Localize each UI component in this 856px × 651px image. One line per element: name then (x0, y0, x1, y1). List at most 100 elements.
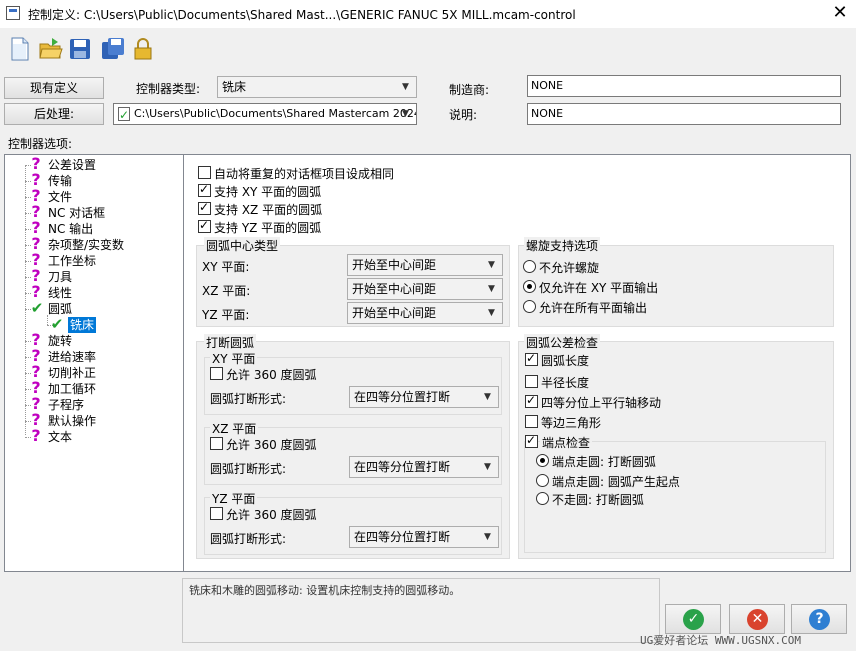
tree-item[interactable]: ✔ 圆弧 (5, 299, 181, 317)
options-panel: 自动将重复的对话框项目设成相同 支持 XY 平面的圆弧 支持 XZ 平面的圆弧 … (184, 154, 851, 572)
chevron-down-icon: ▼ (488, 260, 495, 270)
break-yz-title: YZ 平面 (210, 490, 258, 507)
helix-all-radio[interactable] (523, 300, 536, 313)
arc-center-xy-value: 开始至中心间距 (352, 258, 437, 272)
options-tree[interactable]: ? 公差设置? 传输? 文件? NC 对话框? NC 输出? 杂项整/实变数? 工作坐标? 刀具… (4, 154, 184, 572)
yz-arc-checkbox[interactable] (198, 218, 211, 233)
post-path-select[interactable]: ✓ C:\Users\Public\Documents\Shared Maste… (113, 103, 417, 125)
break-xy-form-select[interactable]: 在四等分位置打断 ▼ (349, 386, 499, 408)
check-icon: ✔ (30, 299, 44, 317)
tree-item-label: 切削补正 (48, 366, 97, 380)
auto-same-checkbox[interactable] (198, 166, 211, 179)
description-field[interactable]: NONE (527, 103, 841, 125)
watermark: UG爱好者论坛 WWW.UGSNX.COM (640, 634, 801, 647)
cancel-button[interactable]: ✕ (729, 604, 785, 634)
arc-center-title: 圆弧中心类型 (204, 237, 281, 254)
break-xz-title: XZ 平面 (210, 420, 259, 437)
manufacturer-field[interactable]: NONE (527, 75, 841, 97)
chevron-down-icon: ▼ (488, 284, 495, 294)
controller-type-label: 控制器类型: (136, 82, 201, 96)
window-title: 控制定义: C:\Users\Public\Documents\Shared M… (28, 8, 576, 22)
endpoint-start-radio[interactable] (536, 474, 549, 487)
title-bar: 控制定义: C:\Users\Public\Documents\Shared M… (0, 0, 856, 28)
tree-item-label: 进给速率 (48, 350, 97, 364)
break-yz-360-label: 允许 360 度圆弧 (226, 508, 317, 522)
chevron-down-icon: ▼ (484, 532, 491, 542)
manufacturer-label: 制造商: (449, 83, 490, 97)
helix-none-radio[interactable] (523, 260, 536, 273)
xz-arc-checkbox[interactable] (198, 200, 211, 215)
arc-length-label: 圆弧长度 (541, 354, 590, 368)
check-icon: ✔ (50, 315, 64, 333)
break-xz-form-label: 圆弧打断形式: (210, 462, 287, 476)
xy-arc-checkbox[interactable] (198, 182, 211, 197)
tree-item[interactable]: ? 文本 (5, 426, 181, 445)
xy-arc-label: 支持 XY 平面的圆弧 (214, 185, 322, 199)
help-text: 铣床和木雕的圆弧移动: 设置机床控制支持的圆弧移动。 (189, 584, 461, 597)
help-button[interactable]: ? (791, 604, 847, 634)
helix-xy-radio[interactable] (523, 280, 536, 293)
arc-center-yz-select[interactable]: 开始至中心间距 ▼ (347, 302, 503, 324)
equilateral-checkbox[interactable] (525, 415, 538, 428)
endpoint-break-label: 端点走圆: 打断圆弧 (552, 455, 656, 469)
tree-item-label: 杂项整/实变数 (48, 238, 125, 252)
endpoint-checkbox[interactable] (525, 433, 538, 448)
quadrant-move-checkbox[interactable] (525, 393, 538, 408)
break-xz-360-checkbox[interactable] (210, 437, 223, 450)
break-xz-360-label: 允许 360 度圆弧 (226, 438, 317, 452)
no-walk-break-label: 不走圆: 打断圆弧 (552, 493, 644, 507)
tree-item-label: 铣床 (68, 317, 97, 333)
ok-button[interactable]: ✓ (665, 604, 721, 634)
post-path-value: C:\Users\Public\Documents\Shared Masterc… (134, 107, 417, 120)
save-icon[interactable] (68, 36, 94, 62)
chevron-down-icon: ▼ (402, 82, 409, 92)
chevron-down-icon: ▼ (402, 109, 409, 119)
close-button[interactable]: ✕ (828, 2, 852, 24)
file-check-icon: ✓ (118, 107, 130, 122)
break-arcs-title: 打断圆弧 (204, 334, 257, 351)
help-text-box: 铣床和木雕的圆弧移动: 设置机床控制支持的圆弧移动。 (182, 578, 660, 643)
break-xy-title: XY 平面 (210, 350, 258, 367)
tree-item-label: 默认操作 (48, 414, 97, 428)
arc-tolerance-title: 圆弧公差检查 (524, 334, 601, 351)
save-as-icon[interactable] (100, 36, 126, 62)
helix-title: 螺旋支持选项 (524, 237, 601, 254)
break-yz-form-select[interactable]: 在四等分位置打断 ▼ (349, 526, 499, 548)
controller-type-select[interactable]: 铣床 ▼ (217, 76, 417, 98)
arc-center-yz-value: 开始至中心间距 (352, 306, 437, 320)
auto-same-label: 自动将重复的对话框项目设成相同 (214, 167, 395, 181)
cancel-icon: ✕ (747, 609, 768, 630)
break-yz-form-label: 圆弧打断形式: (210, 532, 287, 546)
controller-type-value: 铣床 (222, 80, 247, 94)
tree-item-label: 旋转 (48, 334, 73, 348)
break-xz-form-select[interactable]: 在四等分位置打断 ▼ (349, 456, 499, 478)
post-processor-button[interactable]: 后处理: (4, 103, 104, 125)
open-folder-icon[interactable] (38, 36, 64, 62)
app-icon (6, 6, 20, 20)
endpoint-label: 端点检查 (540, 434, 593, 451)
current-definition-button[interactable]: 现有定义 (4, 77, 104, 99)
lock-icon[interactable] (130, 36, 156, 62)
question-icon: ? (31, 426, 41, 445)
arc-center-xy-select[interactable]: 开始至中心间距 ▼ (347, 254, 503, 276)
new-file-icon[interactable] (8, 36, 34, 62)
arc-length-checkbox[interactable] (525, 351, 538, 366)
description-label: 说明: (449, 108, 478, 122)
radius-length-checkbox[interactable] (525, 375, 538, 388)
endpoint-break-radio[interactable] (536, 454, 549, 467)
arc-center-xy-label: XY 平面: (202, 260, 250, 274)
helix-all-label: 允许在所有平面输出 (539, 301, 648, 315)
tree-item-label: 文本 (48, 430, 73, 444)
break-xy-360-checkbox[interactable] (210, 367, 223, 380)
ok-icon: ✓ (683, 609, 704, 630)
break-yz-form-value: 在四等分位置打断 (354, 530, 451, 544)
yz-arc-label: 支持 YZ 平面的圆弧 (214, 221, 322, 235)
break-yz-360-checkbox[interactable] (210, 507, 223, 520)
endpoint-start-label: 端点走圆: 圆弧产生起点 (552, 475, 680, 489)
tree-item-label: 传输 (48, 174, 73, 188)
arc-center-xz-select[interactable]: 开始至中心间距 ▼ (347, 278, 503, 300)
arc-center-xz-value: 开始至中心间距 (352, 282, 437, 296)
tree-item-label: 子程序 (48, 398, 85, 412)
no-walk-break-radio[interactable] (536, 492, 549, 505)
tree-item-label: 公差设置 (48, 158, 97, 172)
